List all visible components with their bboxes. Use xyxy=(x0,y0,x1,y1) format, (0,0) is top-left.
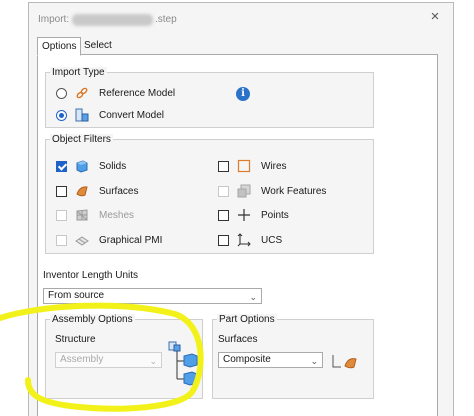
pmi-icon xyxy=(75,236,89,246)
graphical-pmi-label: Graphical PMI xyxy=(99,234,163,246)
meshes-filter[interactable]: Meshes xyxy=(56,208,134,222)
wires-checkbox[interactable] xyxy=(218,160,229,172)
surfaces-select[interactable]: Composite ⌄ xyxy=(218,352,323,368)
convert-model-option[interactable]: Convert Model xyxy=(56,108,164,122)
dialog-title-extension: .step xyxy=(155,14,177,25)
tab-options[interactable]: Options xyxy=(37,37,82,56)
length-units-label: Inventor Length Units xyxy=(43,270,139,281)
ucs-label: UCS xyxy=(261,234,283,246)
options-panel: Import Type Reference Model Convert Mode… xyxy=(37,54,438,416)
reference-link-icon xyxy=(76,87,88,99)
surfaces-checkbox[interactable] xyxy=(56,185,67,197)
convert-model-radio[interactable] xyxy=(56,109,67,121)
object-filters-label: Object Filters xyxy=(50,134,113,145)
wires-filter[interactable]: Wires xyxy=(218,159,287,173)
title-bar[interactable]: Import: .step × xyxy=(29,3,453,33)
graphical-pmi-checkbox[interactable] xyxy=(56,234,67,246)
reference-model-option[interactable]: Reference Model xyxy=(56,86,175,100)
chevron-down-icon: ⌄ xyxy=(310,356,318,366)
solids-checkbox[interactable] xyxy=(56,160,67,172)
points-label: Points xyxy=(261,209,289,221)
work-features-checkbox[interactable] xyxy=(218,185,229,197)
solid-cube-icon xyxy=(76,160,88,173)
chevron-down-icon: ⌄ xyxy=(249,292,257,302)
tab-select[interactable]: Select xyxy=(80,37,116,54)
ucs-filter[interactable]: UCS xyxy=(218,233,282,247)
length-units-value: From source xyxy=(48,290,105,301)
wires-label: Wires xyxy=(261,160,287,172)
point-icon xyxy=(238,209,250,221)
dialog-title: Import: xyxy=(38,14,70,25)
surfaces-value: Composite xyxy=(223,354,271,365)
points-filter[interactable]: Points xyxy=(218,208,289,222)
work-features-filter[interactable]: Work Features xyxy=(218,184,326,198)
points-checkbox[interactable] xyxy=(218,209,229,221)
assembly-options-group: Assembly Options Structure Assembly ⌄ xyxy=(45,314,203,399)
graphical-pmi-filter[interactable]: Graphical PMI xyxy=(56,233,162,247)
length-units-select[interactable]: From source ⌄ xyxy=(43,288,262,304)
convert-model-label: Convert Model xyxy=(99,109,165,121)
surface-icon xyxy=(76,186,88,197)
redacted-filename xyxy=(72,14,153,26)
solids-label: Solids xyxy=(99,160,127,172)
close-icon[interactable]: × xyxy=(428,9,442,24)
import-dialog: Import: .step × Options Select Import Ty… xyxy=(28,2,454,416)
surfaces-label: Surfaces xyxy=(99,185,139,197)
solids-filter[interactable]: Solids xyxy=(56,159,126,173)
part-options-group: Part Options Surfaces Composite ⌄ xyxy=(212,314,374,399)
assembly-options-label: Assembly Options xyxy=(50,314,135,325)
composite-surface-icon xyxy=(332,355,357,369)
surfaces-option-label: Surfaces xyxy=(218,334,258,345)
work-features-icon xyxy=(237,184,251,198)
wire-box-icon xyxy=(237,159,251,173)
mesh-icon xyxy=(76,209,88,221)
surfaces-filter[interactable]: Surfaces xyxy=(56,184,138,198)
meshes-label: Meshes xyxy=(99,209,135,221)
object-filters-group: Object Filters Solids Surfaces Meshes Gr… xyxy=(45,134,374,254)
ucs-checkbox[interactable] xyxy=(218,234,229,246)
structure-label: Structure xyxy=(55,334,96,345)
work-features-label: Work Features xyxy=(261,185,327,197)
part-options-label: Part Options xyxy=(217,314,277,325)
info-icon[interactable]: i xyxy=(236,87,250,101)
reference-model-label: Reference Model xyxy=(99,87,176,99)
assembly-structure-icon xyxy=(168,341,198,386)
chevron-down-icon: ⌄ xyxy=(149,356,157,366)
import-type-label: Import Type xyxy=(50,67,107,78)
convert-model-icon xyxy=(75,108,89,122)
structure-select[interactable]: Assembly ⌄ xyxy=(55,352,162,368)
meshes-checkbox[interactable] xyxy=(56,209,67,221)
import-type-group: Import Type Reference Model Convert Mode… xyxy=(45,67,374,128)
structure-value: Assembly xyxy=(60,354,104,365)
ucs-icon xyxy=(237,233,251,247)
reference-model-radio[interactable] xyxy=(56,87,67,99)
